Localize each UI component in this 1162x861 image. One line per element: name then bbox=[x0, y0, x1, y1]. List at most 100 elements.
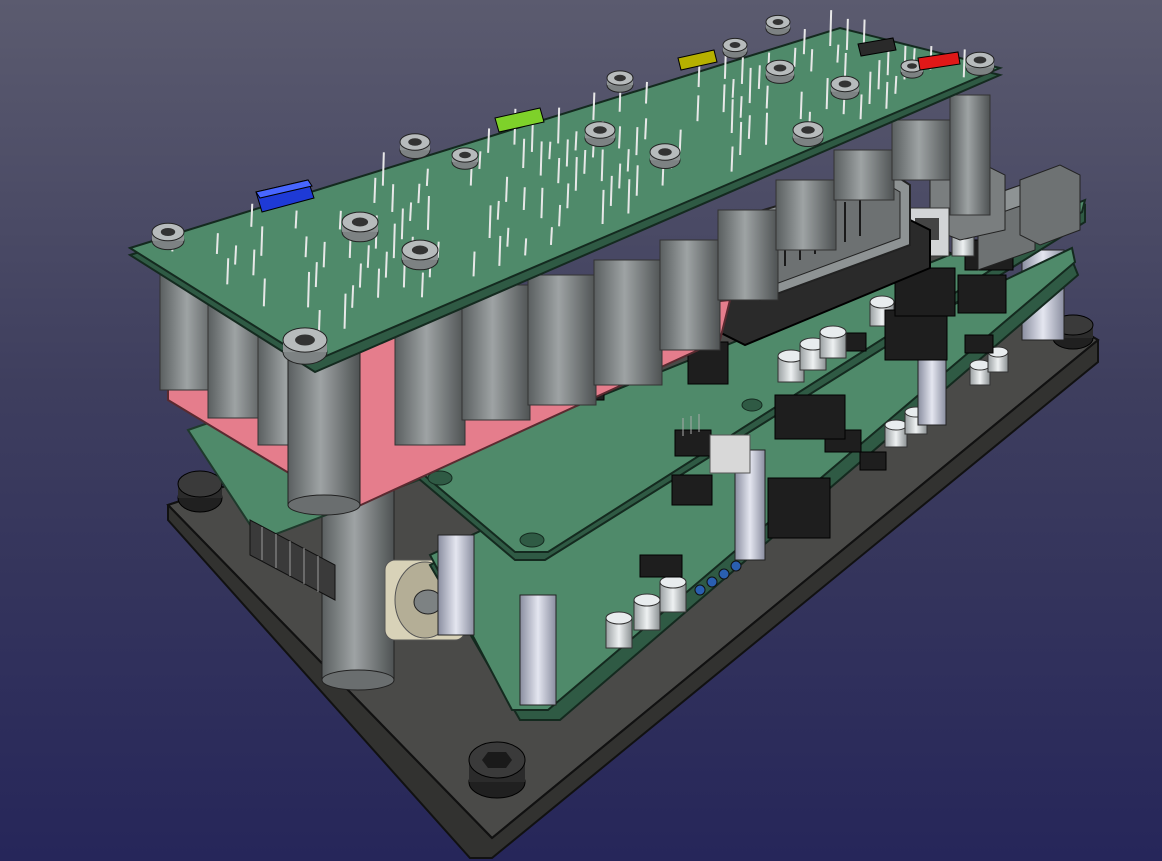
pin bbox=[868, 71, 872, 105]
pin bbox=[498, 235, 502, 266]
pin bbox=[496, 200, 500, 220]
pin bbox=[343, 293, 347, 329]
pin bbox=[730, 99, 734, 134]
usb-connector bbox=[709, 434, 751, 474]
pin bbox=[487, 128, 491, 153]
pin bbox=[618, 126, 622, 149]
base-screw bbox=[177, 470, 223, 513]
ic-chip bbox=[639, 554, 683, 578]
pin bbox=[696, 95, 700, 122]
pin bbox=[609, 175, 613, 206]
pin bbox=[644, 81, 648, 104]
pin bbox=[304, 236, 308, 258]
standoff bbox=[437, 534, 475, 636]
pin bbox=[635, 165, 639, 196]
pin bbox=[549, 227, 553, 245]
screw-head bbox=[830, 75, 860, 100]
pin bbox=[748, 67, 752, 104]
screw-head bbox=[341, 211, 379, 243]
capacitor bbox=[659, 575, 687, 613]
cad-viewport[interactable] bbox=[0, 0, 1162, 861]
pin bbox=[314, 262, 318, 288]
pin bbox=[731, 79, 735, 98]
screw-head bbox=[584, 121, 616, 147]
pin bbox=[400, 208, 404, 240]
pin bbox=[765, 112, 769, 145]
pin bbox=[425, 168, 429, 186]
pin bbox=[366, 245, 370, 268]
pin bbox=[548, 141, 552, 160]
mounting-hole bbox=[519, 532, 545, 548]
pin bbox=[739, 96, 743, 118]
pin bbox=[574, 131, 578, 151]
pin bbox=[894, 75, 898, 94]
scene-svg bbox=[127, 10, 1100, 859]
pin bbox=[391, 184, 395, 212]
capacitor bbox=[819, 325, 847, 359]
pin bbox=[524, 238, 528, 256]
pin bbox=[420, 272, 424, 298]
ethernet-jack bbox=[1019, 164, 1081, 246]
pin bbox=[557, 107, 561, 144]
pin bbox=[740, 57, 744, 84]
pin bbox=[566, 183, 570, 209]
screw-head bbox=[282, 327, 328, 365]
screw-head bbox=[606, 70, 634, 93]
pin bbox=[351, 285, 355, 308]
pin bbox=[829, 10, 833, 47]
pin bbox=[730, 146, 734, 172]
screw-head bbox=[765, 59, 795, 84]
pin bbox=[522, 138, 526, 169]
pin bbox=[678, 129, 682, 153]
pin bbox=[522, 187, 526, 211]
ic-chip bbox=[859, 451, 887, 471]
pin bbox=[426, 195, 430, 230]
standoff bbox=[519, 594, 557, 706]
pin bbox=[506, 227, 510, 247]
screw-head bbox=[965, 51, 995, 76]
pin bbox=[600, 149, 604, 182]
pin bbox=[409, 202, 413, 221]
screw-head bbox=[649, 143, 681, 169]
capacitor bbox=[969, 359, 991, 386]
pin bbox=[294, 210, 298, 229]
pin bbox=[845, 18, 849, 50]
pin bbox=[373, 177, 377, 203]
pin bbox=[627, 179, 631, 214]
pin bbox=[565, 139, 569, 167]
pin bbox=[592, 92, 596, 120]
pin bbox=[488, 205, 492, 239]
pin bbox=[574, 157, 578, 191]
capacitor bbox=[884, 419, 908, 448]
pin bbox=[557, 157, 561, 184]
pin bbox=[793, 47, 797, 67]
ic-chip bbox=[964, 334, 994, 354]
pin bbox=[540, 187, 544, 219]
pin bbox=[478, 151, 482, 169]
pin bbox=[262, 278, 266, 307]
pin-header bbox=[884, 309, 948, 361]
capacitor bbox=[605, 611, 633, 649]
pin bbox=[877, 60, 881, 90]
pin bbox=[558, 204, 562, 227]
pin bbox=[739, 121, 743, 155]
pin bbox=[260, 226, 264, 256]
standoff bbox=[287, 344, 361, 516]
pin bbox=[338, 210, 342, 230]
pin bbox=[392, 223, 396, 259]
pin bbox=[505, 176, 509, 202]
pin bbox=[377, 268, 381, 298]
screw-head bbox=[401, 239, 439, 271]
pin bbox=[472, 251, 476, 277]
pin bbox=[859, 94, 863, 120]
pin bbox=[810, 49, 814, 72]
pin bbox=[799, 91, 803, 120]
screw-head bbox=[399, 133, 431, 159]
pin bbox=[583, 149, 587, 174]
pin bbox=[802, 29, 806, 55]
screw-head bbox=[451, 147, 479, 170]
pin bbox=[618, 163, 622, 189]
pin bbox=[322, 241, 326, 268]
pin-header bbox=[957, 274, 1007, 314]
screw-head bbox=[151, 222, 185, 251]
